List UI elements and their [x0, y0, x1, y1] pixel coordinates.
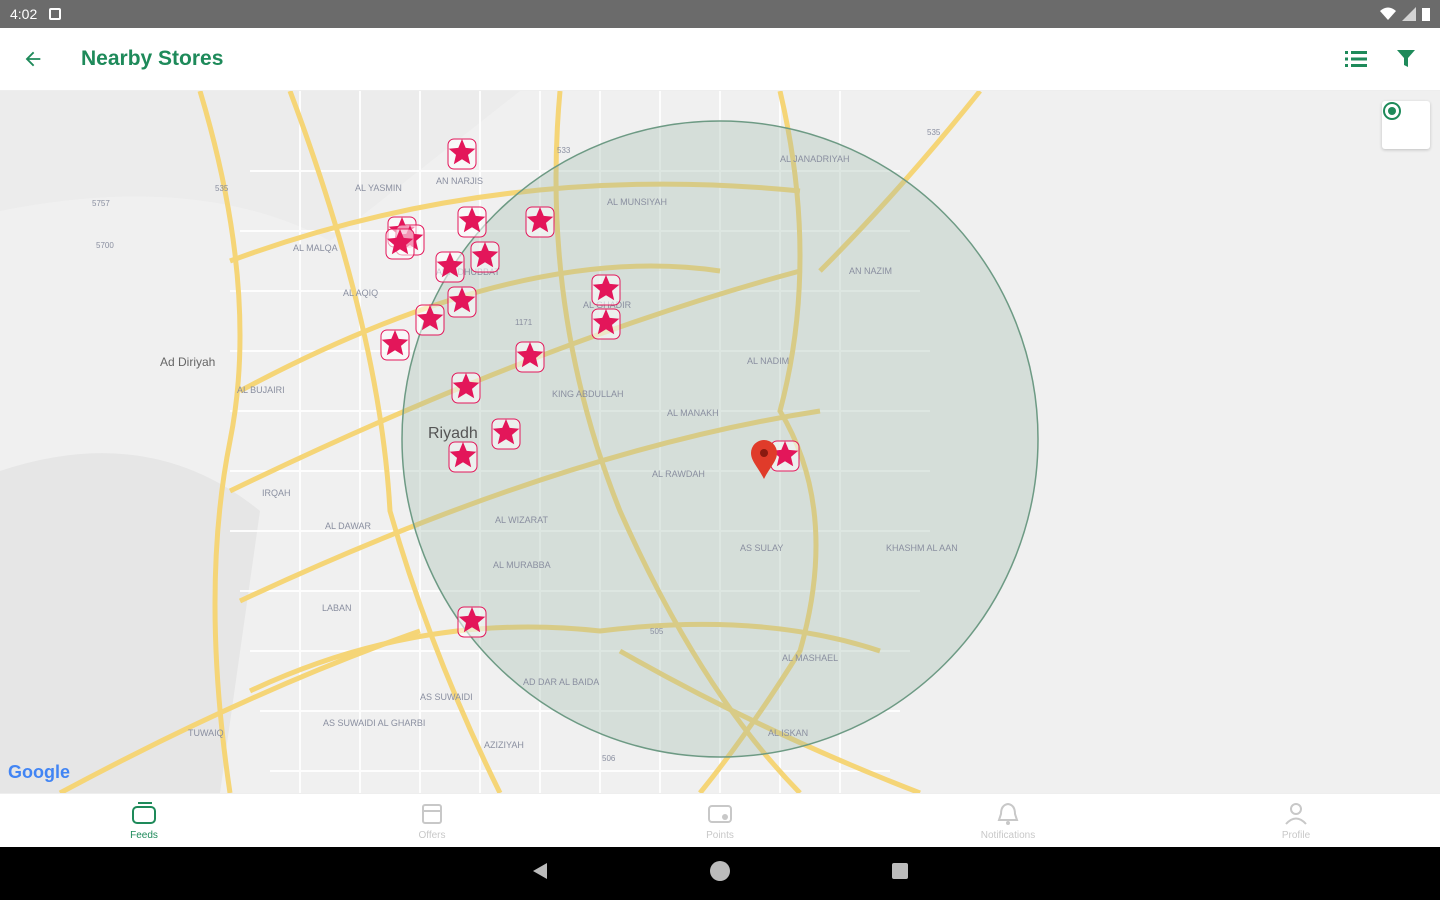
nav-label: Notifications: [980, 829, 1036, 841]
filter-icon: [1397, 50, 1415, 67]
page-title: Nearby Stores: [81, 47, 224, 70]
my-location-button[interactable]: [1382, 101, 1430, 149]
system-nav-bar: [0, 847, 1440, 900]
google-logo: Google: [8, 762, 70, 782]
nav-label: Offers: [418, 829, 446, 841]
wifi-icon: [1380, 7, 1396, 20]
svg-text:AL BUJAIRI: AL BUJAIRI: [237, 385, 285, 395]
app-bar: Nearby Stores: [0, 28, 1440, 91]
nav-feeds[interactable]: Feeds: [0, 794, 288, 847]
circle-home-icon: [710, 861, 730, 881]
bottom-nav: Feeds Offers Points Notifications Profil…: [0, 793, 1440, 847]
svg-text:LABAN: LABAN: [322, 603, 352, 613]
nav-profile[interactable]: Profile: [1152, 794, 1440, 847]
svg-text:KHASHM AL AAN: KHASHM AL AAN: [886, 543, 958, 553]
points-icon: [708, 804, 732, 823]
svg-text:AL YASMIN: AL YASMIN: [355, 183, 402, 193]
svg-text:AL MURABBA: AL MURABBA: [493, 560, 551, 570]
svg-text:AN NAZIM: AN NAZIM: [849, 266, 892, 276]
map-view[interactable]: AL YASMIN AN NARJIS AL MALQA AL AQIQ AL …: [0, 91, 1440, 793]
status-icons: [1380, 7, 1430, 21]
svg-text:5700: 5700: [96, 241, 114, 250]
svg-text:5757: 5757: [92, 199, 110, 208]
svg-text:AL MASHAEL: AL MASHAEL: [782, 653, 838, 663]
system-back-button[interactable]: [531, 862, 549, 885]
svg-text:535: 535: [215, 184, 229, 193]
square-recents-icon: [892, 863, 908, 879]
status-time: 4:02: [10, 6, 38, 22]
svg-text:AS SULAY: AS SULAY: [740, 543, 783, 553]
svg-text:1171: 1171: [515, 318, 533, 327]
svg-text:AN NARJIS: AN NARJIS: [436, 176, 483, 186]
status-bar: 4:02: [0, 0, 1440, 28]
signal-icon: [1402, 7, 1416, 21]
battery-icon: [1422, 8, 1430, 21]
notification-icon: [49, 8, 62, 20]
svg-text:505: 505: [650, 627, 664, 636]
svg-text:533: 533: [557, 146, 571, 155]
svg-text:AL DAWAR: AL DAWAR: [325, 521, 372, 531]
svg-text:AL NADIM: AL NADIM: [747, 356, 789, 366]
filter-button[interactable]: [1392, 45, 1420, 73]
offers-icon: [422, 803, 442, 824]
back-button[interactable]: [18, 44, 48, 74]
my-location-icon: [1383, 102, 1401, 120]
svg-text:AL MUNSIYAH: AL MUNSIYAH: [607, 197, 667, 207]
nav-label: Points: [706, 829, 734, 841]
svg-text:AL ISKAN: AL ISKAN: [768, 728, 808, 738]
svg-text:AL RAWDAH: AL RAWDAH: [652, 469, 705, 479]
svg-text:Ad Diriyah: Ad Diriyah: [160, 355, 215, 369]
feeds-icon: [132, 801, 156, 824]
svg-text:AZIZIYAH: AZIZIYAH: [484, 740, 524, 750]
nav-offers[interactable]: Offers: [288, 794, 576, 847]
svg-text:IRQAH: IRQAH: [262, 488, 291, 498]
map-canvas[interactable]: AL YASMIN AN NARJIS AL MALQA AL AQIQ AL …: [0, 91, 1440, 793]
profile-icon: [1285, 802, 1307, 825]
nav-points[interactable]: Points: [576, 794, 864, 847]
bell-icon: [997, 802, 1019, 825]
nav-label: Profile: [1281, 829, 1311, 841]
system-recents-button[interactable]: [891, 862, 909, 885]
svg-text:KING ABDULLAH: KING ABDULLAH: [552, 389, 624, 399]
triangle-back-icon: [533, 863, 547, 879]
list-view-button[interactable]: [1342, 45, 1370, 73]
svg-text:AL MALQA: AL MALQA: [293, 243, 338, 253]
svg-text:TUWAIQ: TUWAIQ: [188, 728, 224, 738]
svg-text:AL WIZARAT: AL WIZARAT: [495, 515, 549, 525]
svg-text:AL AQIQ: AL AQIQ: [343, 288, 378, 298]
svg-text:AS SUWAIDI AL GHARBI: AS SUWAIDI AL GHARBI: [323, 718, 425, 728]
system-home-button[interactable]: [709, 860, 731, 887]
app-bar-actions: [1342, 45, 1420, 73]
svg-text:535: 535: [927, 128, 941, 137]
nav-label: Feeds: [130, 829, 158, 841]
arrow-left-icon: [25, 51, 41, 67]
city-label: Riyadh: [428, 425, 478, 442]
nav-notifications[interactable]: Notifications: [864, 794, 1152, 847]
svg-text:AL MANAKH: AL MANAKH: [667, 408, 719, 418]
svg-text:AS SUWAIDI: AS SUWAIDI: [420, 692, 473, 702]
list-icon: [1345, 51, 1367, 67]
svg-text:AL JANADRIYAH: AL JANADRIYAH: [780, 154, 850, 164]
svg-text:AD DAR AL BAIDA: AD DAR AL BAIDA: [523, 677, 599, 687]
svg-text:506: 506: [602, 754, 616, 763]
